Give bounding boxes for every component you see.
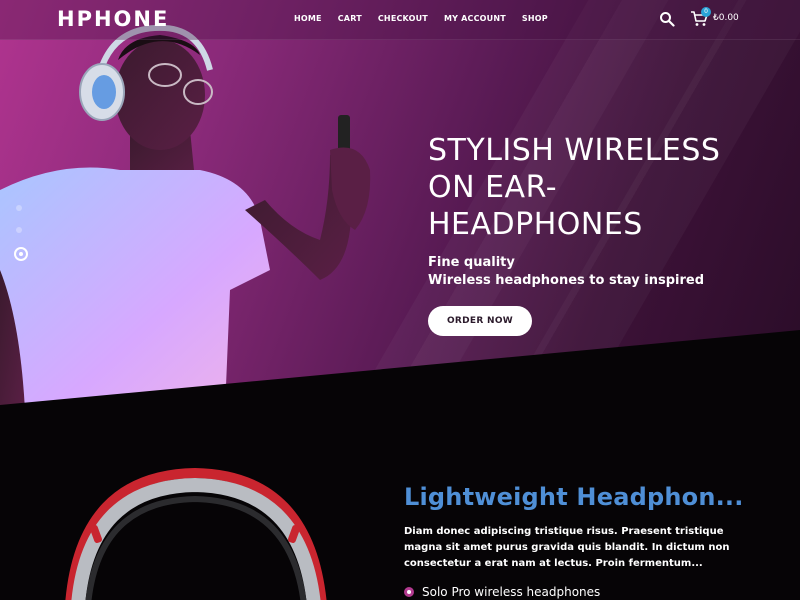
order-now-button[interactable]: ORDER NOW xyxy=(428,306,532,336)
search-icon[interactable] xyxy=(659,11,675,27)
nav-cart[interactable]: CART xyxy=(338,14,362,23)
feature-list-item-label: Solo Pro wireless headphones xyxy=(422,585,601,599)
page: STYLISH WIRELESS ON EAR- HEADPHONES Fine… xyxy=(0,0,800,600)
feature-description: Diam donec adipiscing tristique risus. P… xyxy=(404,526,730,569)
slider-dot-active[interactable] xyxy=(14,247,28,261)
slider-dot[interactable] xyxy=(16,227,22,233)
feature-list-item: Solo Pro wireless headphones xyxy=(404,585,600,599)
nav-my-account[interactable]: MY ACCOUNT xyxy=(444,14,506,23)
feature-title: Lightweight Headphon... xyxy=(404,483,744,511)
hero-title: STYLISH WIRELESS ON EAR- HEADPHONES xyxy=(428,132,768,243)
hero-title-line: ON EAR- xyxy=(428,170,558,205)
cart-count-badge: 0 xyxy=(701,7,711,17)
hero-person-image xyxy=(0,24,371,410)
site-header: HPHONE HOME CART CHECKOUT MY ACCOUNT SHO… xyxy=(0,0,800,40)
cart-total[interactable]: ₺0.00 xyxy=(713,13,739,23)
hero-subtitle: Wireless headphones to stay inspired xyxy=(428,273,705,288)
bullet-icon xyxy=(404,587,414,597)
nav-checkout[interactable]: CHECKOUT xyxy=(378,14,428,23)
nav-home[interactable]: HOME xyxy=(294,14,322,23)
hero-title-line: HEADPHONES xyxy=(428,207,643,242)
hero-subtitle: Fine quality xyxy=(428,255,515,270)
headphone-product-image xyxy=(65,467,327,600)
main-nav: HOME CART CHECKOUT MY ACCOUNT SHOP xyxy=(294,14,564,23)
logo[interactable]: HPHONE xyxy=(57,7,169,31)
hero-title-line: STYLISH WIRELESS xyxy=(428,133,721,168)
slider-dot[interactable] xyxy=(16,205,22,211)
nav-shop[interactable]: SHOP xyxy=(522,14,548,23)
